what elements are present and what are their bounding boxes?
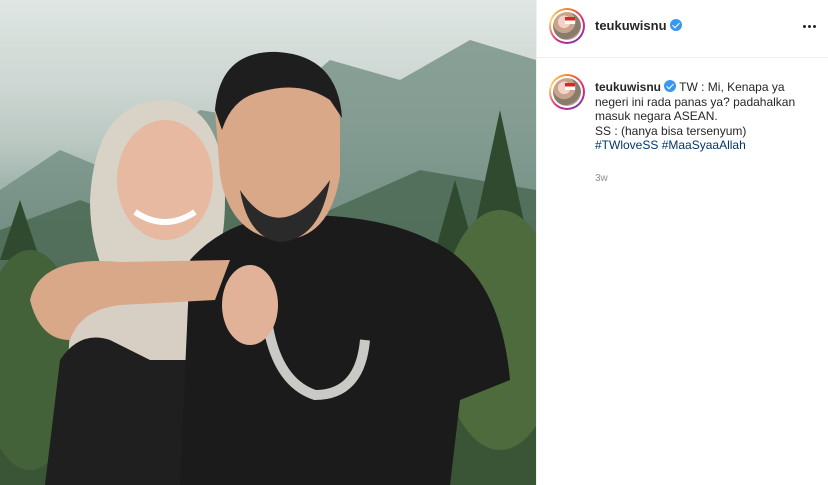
hashtag-link-twloves[interactable]: #TWloveSS bbox=[595, 138, 658, 152]
post-side-panel: teukuwisnu teukuwisnu TW : Mi, Kenapa ya… bbox=[536, 0, 828, 485]
verified-badge-icon bbox=[669, 19, 682, 31]
profile-avatar[interactable] bbox=[549, 8, 585, 44]
hashtag-link-maasyaaallah[interactable]: #MaaSyaaAllah bbox=[662, 138, 746, 152]
header-username[interactable]: teukuwisnu bbox=[595, 18, 682, 33]
more-options-icon[interactable] bbox=[797, 14, 821, 38]
photo-couple-image bbox=[0, 40, 536, 485]
post-header: teukuwisnu bbox=[537, 0, 828, 58]
caption-line-1: TW : Mi, Kenapa ya bbox=[679, 80, 785, 94]
caption-line-4: SS : (hanya bisa tersenyum) bbox=[595, 123, 747, 138]
header-username-text[interactable]: teukuwisnu bbox=[595, 18, 667, 33]
instagram-post: teukuwisnu teukuwisnu TW : Mi, Kenapa ya… bbox=[0, 0, 828, 485]
caption-line-3: masuk negara ASEAN. bbox=[595, 109, 718, 123]
caption-username[interactable]: teukuwisnu bbox=[595, 80, 661, 94]
verified-badge-icon bbox=[664, 80, 677, 92]
caption-line-2: negeri ini rada panas ya? padahalkan bbox=[595, 94, 796, 109]
post-caption: teukuwisnu TW : Mi, Kenapa ya negeri ini… bbox=[595, 80, 811, 153]
post-timestamp[interactable]: 3w bbox=[595, 173, 608, 184]
caption-avatar[interactable] bbox=[549, 74, 585, 110]
post-photo[interactable] bbox=[0, 0, 536, 485]
